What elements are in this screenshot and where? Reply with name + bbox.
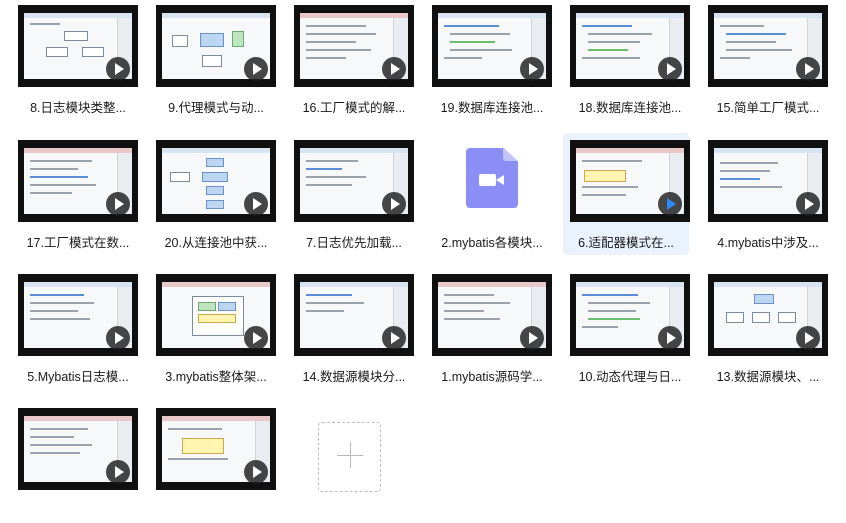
file-name: 8.日志模块类整... <box>30 101 126 115</box>
video-thumbnail <box>18 408 138 490</box>
file-name: 17.工厂模式在数... <box>26 236 130 250</box>
play-icon <box>244 460 268 484</box>
video-tile[interactable]: 1.mybatis源码学... <box>429 269 555 389</box>
video-tile[interactable]: 14.数据源模块分... <box>291 269 417 389</box>
play-icon <box>382 326 406 350</box>
video-tile[interactable]: 7.日志优先加载... <box>291 135 417 255</box>
play-icon <box>796 326 820 350</box>
video-thumbnail <box>18 5 138 87</box>
video-thumbnail <box>708 140 828 222</box>
video-file-tile[interactable]: 2.mybatis各模块... <box>429 135 555 255</box>
video-thumbnail <box>570 140 690 222</box>
video-tile[interactable]: 18.数据库连接池... <box>567 0 693 120</box>
play-icon <box>244 57 268 81</box>
file-name: 19.数据库连接池... <box>440 101 544 115</box>
file-name: 5.Mybatis日志模... <box>27 370 129 384</box>
play-icon <box>244 192 268 216</box>
video-tile[interactable]: 8.日志模块类整... <box>15 0 141 120</box>
file-name: 15.简单工厂模式... <box>716 101 820 115</box>
play-icon <box>106 326 130 350</box>
play-icon <box>106 192 130 216</box>
video-thumbnail <box>432 5 552 87</box>
file-name: 20.从连接池中获... <box>164 236 268 250</box>
video-thumbnail <box>708 5 828 87</box>
video-tile-selected[interactable]: 6.适配器模式在... <box>563 133 690 255</box>
video-thumbnail <box>156 408 276 490</box>
file-name: 9.代理模式与动... <box>168 101 264 115</box>
file-name: 2.mybatis各模块... <box>441 236 543 250</box>
video-thumbnail <box>294 140 414 222</box>
file-name: 4.mybatis中涉及... <box>717 236 819 250</box>
add-file-button[interactable] <box>318 422 381 492</box>
file-name: 14.数据源模块分... <box>302 370 406 384</box>
video-tile[interactable] <box>153 403 279 523</box>
file-name: 13.数据源模块、... <box>716 370 820 384</box>
video-thumbnail <box>294 5 414 87</box>
file-name: 1.mybatis源码学... <box>441 370 543 384</box>
play-icon <box>796 192 820 216</box>
video-thumbnail <box>18 274 138 356</box>
video-tile[interactable]: 16.工厂模式的解... <box>291 0 417 120</box>
video-tile[interactable]: 13.数据源模块、... <box>705 269 831 389</box>
file-name: 6.适配器模式在... <box>578 236 674 250</box>
video-thumbnail <box>156 5 276 87</box>
play-icon <box>106 57 130 81</box>
video-tile[interactable]: 15.简单工厂模式... <box>705 0 831 120</box>
video-tile[interactable]: 20.从连接池中获... <box>153 135 279 255</box>
video-thumbnail <box>18 140 138 222</box>
video-file-icon <box>466 148 518 208</box>
video-thumbnail <box>294 274 414 356</box>
play-icon <box>244 326 268 350</box>
play-icon <box>520 326 544 350</box>
file-name: 18.数据库连接池... <box>578 101 682 115</box>
video-thumbnail <box>156 140 276 222</box>
video-tile[interactable]: 17.工厂模式在数... <box>15 135 141 255</box>
play-icon <box>106 460 130 484</box>
video-tile[interactable]: 19.数据库连接池... <box>429 0 555 120</box>
play-icon <box>796 57 820 81</box>
play-icon <box>382 192 406 216</box>
video-thumbnail <box>432 274 552 356</box>
file-name: 16.工厂模式的解... <box>302 101 406 115</box>
play-icon <box>658 57 682 81</box>
play-icon <box>520 57 544 81</box>
video-tile[interactable]: 4.mybatis中涉及... <box>705 135 831 255</box>
video-thumbnail <box>570 5 690 87</box>
video-tile[interactable]: 9.代理模式与动... <box>153 0 279 120</box>
video-tile[interactable]: 10.动态代理与日... <box>567 269 693 389</box>
file-name: 3.mybatis整体架... <box>165 370 267 384</box>
file-name: 7.日志优先加载... <box>306 236 402 250</box>
video-thumbnail <box>156 274 276 356</box>
file-name: 10.动态代理与日... <box>578 370 682 384</box>
play-icon <box>382 57 406 81</box>
video-thumbnail <box>708 274 828 356</box>
video-thumbnail <box>570 274 690 356</box>
video-tile[interactable]: 3.mybatis整体架... <box>153 269 279 389</box>
video-tile[interactable]: 5.Mybatis日志模... <box>15 269 141 389</box>
play-icon <box>658 326 682 350</box>
video-tile[interactable] <box>15 403 141 523</box>
play-icon <box>658 192 682 216</box>
